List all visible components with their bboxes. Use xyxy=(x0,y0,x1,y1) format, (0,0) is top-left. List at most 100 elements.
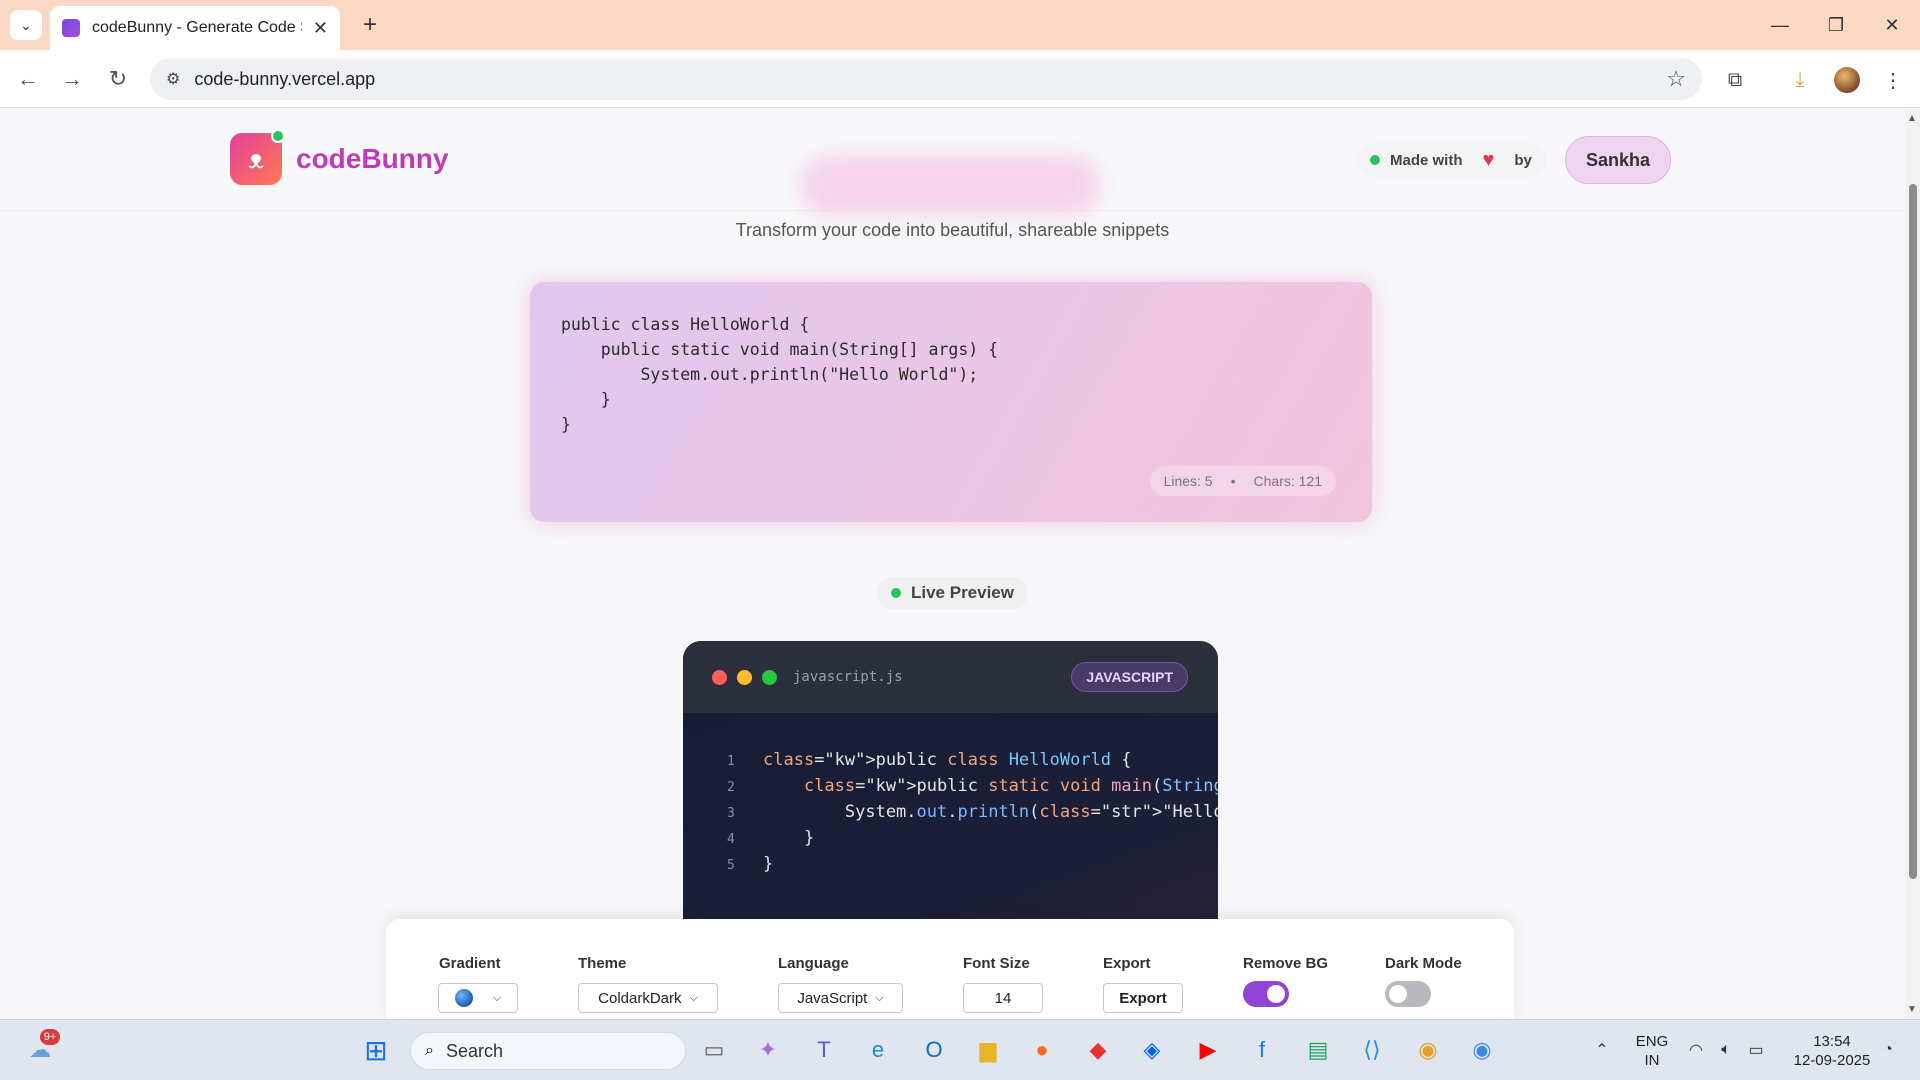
online-status-icon xyxy=(271,129,285,143)
by-text: by xyxy=(1514,151,1532,169)
language-select[interactable]: JavaScript ⌵ xyxy=(778,983,903,1013)
toggle-knob xyxy=(1267,985,1285,1003)
remove-bg-toggle[interactable] xyxy=(1243,981,1289,1007)
gradient-label: Gradient xyxy=(439,955,501,972)
author-button[interactable]: Sankha xyxy=(1565,136,1671,184)
new-tab-button[interactable]: + xyxy=(354,10,386,40)
file-explorer-icon[interactable]: ▆ xyxy=(972,1034,1004,1066)
gradient-select[interactable]: ⌵ xyxy=(438,983,518,1013)
preview-window-header: javascript.js JAVASCRIPT xyxy=(683,641,1218,713)
lines-count: Lines: 5 xyxy=(1163,473,1213,489)
edge-icon[interactable]: e xyxy=(862,1034,894,1066)
heart-icon: ♥ xyxy=(1482,148,1495,171)
font-size-input[interactable]: 14 xyxy=(963,983,1043,1013)
notifications-icon[interactable]: ◔ xyxy=(1872,1034,1904,1066)
reload-icon[interactable]: ↻ xyxy=(102,63,134,95)
brand-name[interactable]: codeBunny xyxy=(296,143,448,175)
page-subtitle: Transform your code into beautiful, shar… xyxy=(735,220,1170,240)
gradient-swatch-icon xyxy=(454,989,473,1007)
facebook-icon[interactable]: f xyxy=(1246,1034,1278,1066)
yellow-dot-icon xyxy=(737,670,752,685)
toggle-knob xyxy=(1389,985,1407,1003)
address-bar[interactable]: ⚙ code-bunny.vercel.app ☆ xyxy=(150,58,1702,100)
git-icon[interactable]: ◆ xyxy=(1082,1034,1114,1066)
extensions-icon[interactable]: ⧉ xyxy=(1718,63,1752,97)
battery-icon[interactable]: ▭ xyxy=(1740,1034,1772,1066)
page-scrollbar[interactable]: ▲ ▼ xyxy=(1905,109,1920,1019)
search-placeholder: Search xyxy=(445,1040,504,1061)
sheets-icon[interactable]: ▤ xyxy=(1302,1034,1334,1066)
highlighted-code: class="kw">public class HelloWorld { cla… xyxy=(763,750,1218,874)
restore-icon[interactable]: ❐ xyxy=(1808,0,1864,50)
teams-icon[interactable]: T xyxy=(808,1034,840,1066)
forward-icon[interactable]: → xyxy=(56,63,88,95)
chrome-profile-icon[interactable]: ◉ xyxy=(1466,1034,1498,1066)
preview-code-area: 1 2 3 4 5 class="kw">public class HelloW… xyxy=(683,713,1218,931)
close-tab-icon[interactable]: ✕ xyxy=(313,18,328,39)
weather-notification-badge: 9+ xyxy=(40,1029,60,1045)
outlook-icon[interactable]: O xyxy=(918,1034,950,1066)
clock-time: 13:54 xyxy=(1813,1033,1851,1050)
close-window-icon[interactable]: ✕ xyxy=(1864,0,1920,50)
browser-toolbar: ← → ↻ ⚙ code-bunny.vercel.app ☆ ⧉ ⤓ ⋮ xyxy=(0,50,1920,108)
theme-label: Theme xyxy=(578,955,627,972)
windows-start-icon[interactable]: ⊞ xyxy=(360,1034,392,1066)
taskbar-search[interactable]: ⌕ Search xyxy=(410,1032,686,1070)
copilot-icon[interactable]: ✦ xyxy=(752,1034,784,1066)
code-editor[interactable]: public class HelloWorld { public static … xyxy=(530,282,1372,522)
tab-search-button[interactable]: ⌄ xyxy=(10,10,42,40)
controls-panel: Gradient ⌵ Theme ColdarkDark ⌵ Language … xyxy=(386,919,1514,1019)
wifi-icon[interactable]: ◠ xyxy=(1680,1034,1712,1066)
vscode-icon[interactable]: ⟨⟩ xyxy=(1356,1034,1388,1066)
code-input[interactable]: public class HelloWorld { public static … xyxy=(561,312,998,437)
live-preview-label: Live Preview xyxy=(910,583,1014,602)
chars-count: Chars: 121 xyxy=(1253,473,1322,489)
clock-date: 12-09-2025 xyxy=(1793,1052,1871,1069)
input-language[interactable]: ENG IN xyxy=(1632,1032,1672,1070)
bookmark-star-icon[interactable]: ☆ xyxy=(1666,66,1686,92)
dropbox-icon[interactable]: ◈ xyxy=(1136,1034,1168,1066)
search-icon: ⌕ xyxy=(425,1042,434,1059)
minimize-icon[interactable]: — xyxy=(1752,0,1808,50)
snippet-preview: javascript.js JAVASCRIPT 1 2 3 4 5 class… xyxy=(683,641,1218,931)
language-label: Language xyxy=(778,955,849,972)
scroll-up-icon[interactable]: ▲ xyxy=(1907,113,1917,124)
download-icon[interactable]: ⤓ xyxy=(1783,63,1817,97)
line-number: 1 xyxy=(727,754,735,769)
language-code: ENG xyxy=(1635,1033,1669,1050)
browser-tab[interactable]: codeBunny - Generate Code Sn ✕ xyxy=(50,6,340,50)
live-preview-indicator: Live Preview xyxy=(0,577,1905,609)
line-number: 4 xyxy=(727,832,735,847)
region-code: IN xyxy=(1644,1052,1660,1069)
line-number: 3 xyxy=(727,806,735,821)
dark-mode-label: Dark Mode xyxy=(1385,955,1462,972)
profile-avatar[interactable] xyxy=(1830,63,1864,97)
browser-menu-icon[interactable]: ⋮ xyxy=(1876,63,1910,97)
export-button[interactable]: Export xyxy=(1103,983,1183,1013)
red-dot-icon xyxy=(712,670,727,685)
system-clock[interactable]: 13:54 12-09-2025 xyxy=(1782,1032,1882,1070)
made-with-badge: Made with ♥ by xyxy=(1356,143,1546,177)
export-label: Export xyxy=(1103,955,1151,972)
editor-stats: Lines: 5 • Chars: 121 xyxy=(1149,466,1336,496)
back-icon[interactable]: ← xyxy=(12,63,44,95)
green-dot-icon xyxy=(762,670,777,685)
firefox-icon[interactable]: ● xyxy=(1026,1034,1058,1066)
scroll-down-icon[interactable]: ▼ xyxy=(1907,1004,1917,1015)
font-size-label: Font Size xyxy=(963,955,1030,972)
youtube-icon[interactable]: ▶ xyxy=(1192,1034,1224,1066)
theme-select[interactable]: ColdarkDark ⌵ xyxy=(578,983,718,1013)
show-hidden-icons[interactable]: ⌃ xyxy=(1586,1034,1618,1066)
live-dot-icon xyxy=(890,588,901,598)
task-view-icon[interactable]: ▭ xyxy=(698,1034,730,1066)
chrome-icon[interactable]: ◉ xyxy=(1412,1034,1444,1066)
line-number: 2 xyxy=(727,780,735,795)
theme-value: ColdarkDark xyxy=(598,989,682,1007)
made-with-text: Made with xyxy=(1390,151,1463,169)
window-controls: — ❐ ✕ xyxy=(1752,0,1920,50)
line-number: 5 xyxy=(727,858,735,873)
site-info-icon[interactable]: ⚙ xyxy=(166,69,180,89)
volume-icon[interactable]: 🔈︎ xyxy=(1710,1034,1742,1066)
scroll-thumb[interactable] xyxy=(1909,184,1917,879)
dark-mode-toggle[interactable] xyxy=(1385,981,1431,1007)
